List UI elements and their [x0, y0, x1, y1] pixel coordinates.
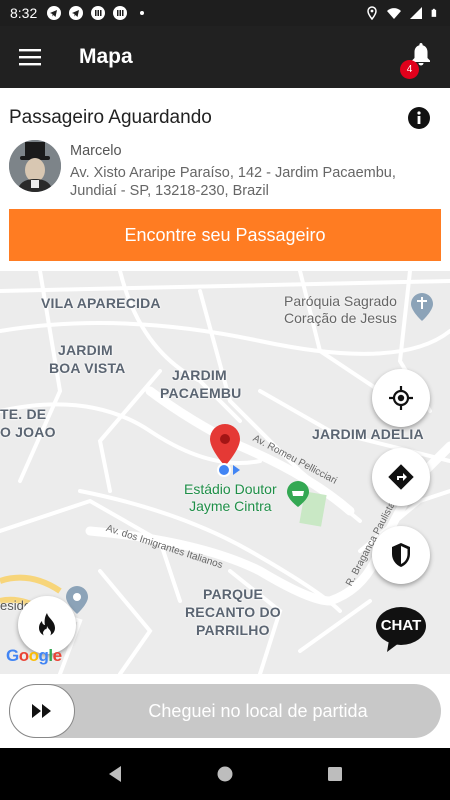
navigate-button[interactable] — [372, 448, 430, 506]
home-icon[interactable] — [216, 765, 234, 783]
area-label: RECANTO DO — [185, 604, 281, 620]
wifi-icon — [387, 8, 401, 19]
gps-target-icon — [389, 386, 413, 410]
church-label: Paróquia Sagrado Coração de Jesus — [284, 293, 397, 326]
passenger-name: Marcelo — [70, 143, 122, 159]
area-label: O JOAO — [0, 424, 56, 440]
area-label: BOA VISTA — [49, 360, 126, 376]
card-heading: Passageiro Aguardando — [9, 107, 212, 128]
status-bar: 8:32 — [0, 0, 450, 26]
directions-icon — [388, 464, 414, 490]
telegram-icon — [69, 6, 84, 20]
find-passenger-button[interactable]: Encontre seu Passageiro — [9, 209, 441, 261]
fire-icon — [39, 613, 55, 637]
chat-label: CHAT — [380, 617, 422, 634]
app-icon — [91, 6, 106, 20]
area-label: JARDIM — [172, 367, 227, 383]
area-label: TE. DE — [0, 406, 47, 422]
pickup-address: Av. Xisto Araripe Paraíso, 142 - Jardim … — [70, 165, 396, 199]
back-icon[interactable] — [106, 765, 124, 783]
stadium-label: Estádio Doutor Jayme Cintra — [184, 481, 277, 514]
app-bar: Mapa 4 — [0, 26, 450, 88]
passenger-photo — [9, 140, 61, 192]
location-icon — [367, 6, 377, 20]
info-icon[interactable] — [408, 107, 430, 129]
dot-icon — [140, 11, 145, 15]
area-label: PARRILHO — [196, 622, 270, 638]
area-label: VILA APARECIDA — [41, 295, 161, 311]
safety-button[interactable] — [372, 526, 430, 584]
arrival-slider[interactable]: Cheguei no local de partida — [9, 684, 441, 738]
area-label: PACAEMBU — [160, 385, 242, 401]
recenter-button[interactable] — [372, 369, 430, 427]
system-nav-bar — [0, 748, 450, 800]
pickup-pin-icon — [210, 424, 240, 466]
signal-icon — [410, 7, 422, 19]
status-time: 8:32 — [10, 5, 38, 21]
slider-label: Cheguei no local de partida — [148, 700, 368, 721]
shield-icon — [392, 543, 410, 567]
telegram-icon — [47, 6, 62, 20]
map-view[interactable]: VILA APARECIDA JARDIM BOA VISTA JARDIM P… — [0, 271, 450, 674]
passenger-card: Passageiro Aguardando Marcelo Av. Xisto … — [0, 88, 450, 271]
app-icon — [113, 6, 128, 20]
area-label: JARDIM — [58, 342, 113, 358]
bottom-panel: Cheguei no local de partida — [0, 674, 450, 748]
google-logo: Google — [6, 646, 62, 665]
area-label: PARQUE — [203, 586, 264, 602]
battery-icon — [431, 8, 437, 17]
current-location-icon — [217, 463, 240, 477]
area-label: JARDIM ADELIA — [312, 426, 424, 442]
stadium-marker-icon — [287, 481, 309, 507]
avatar — [9, 140, 61, 192]
slider-handle[interactable] — [9, 684, 75, 738]
hamburger-icon — [19, 49, 41, 66]
fast-forward-icon — [32, 704, 51, 718]
recents-icon[interactable] — [326, 765, 344, 783]
page-title: Mapa — [79, 45, 133, 68]
chat-button[interactable]: CHAT — [375, 606, 427, 652]
menu-button[interactable] — [0, 26, 60, 88]
notifications-button[interactable]: 4 — [400, 42, 436, 79]
church-marker-icon — [411, 293, 433, 321]
notification-badge: 4 — [400, 60, 419, 79]
